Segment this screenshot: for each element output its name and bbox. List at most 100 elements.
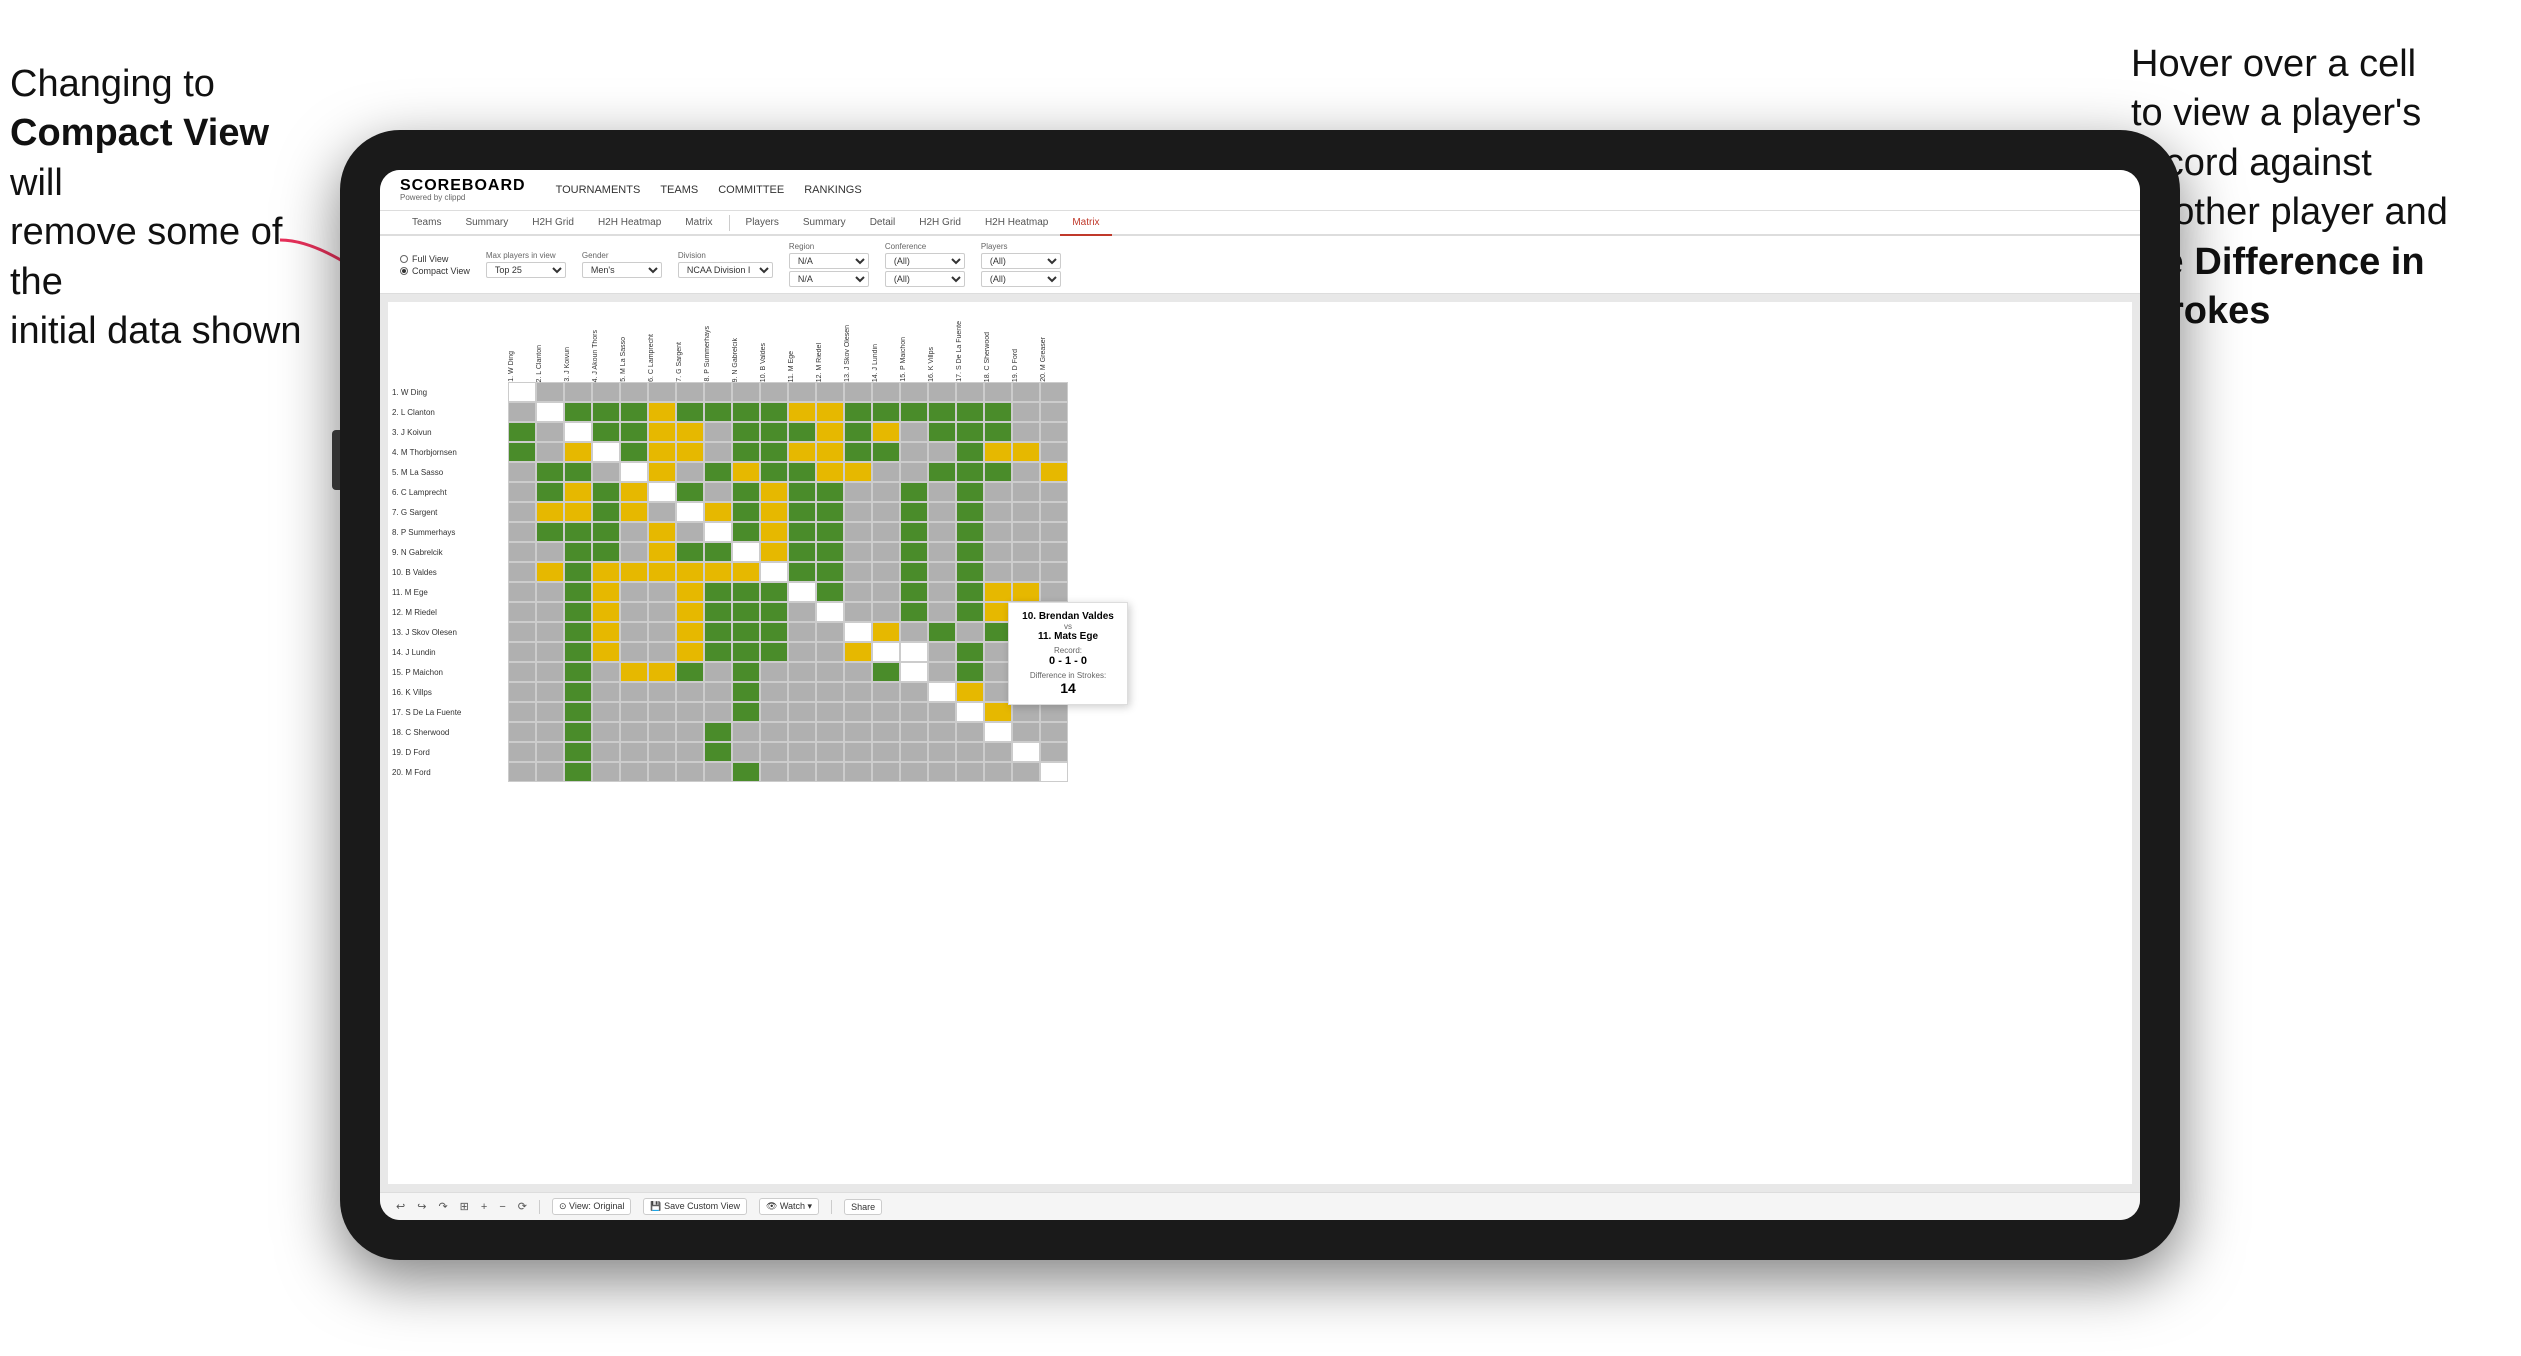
matrix-cell[interactable] — [1040, 402, 1068, 422]
matrix-cell[interactable] — [760, 582, 788, 602]
matrix-cell[interactable] — [1040, 442, 1068, 462]
matrix-cell[interactable] — [816, 622, 844, 642]
compact-view-option[interactable]: Compact View — [400, 266, 470, 276]
matrix-cell[interactable] — [564, 662, 592, 682]
matrix-cell[interactable] — [844, 462, 872, 482]
matrix-cell[interactable] — [788, 682, 816, 702]
matrix-cell[interactable] — [788, 542, 816, 562]
matrix-cell[interactable] — [1012, 762, 1040, 782]
matrix-cell[interactable] — [1012, 702, 1040, 722]
matrix-cell[interactable] — [956, 462, 984, 482]
matrix-cell[interactable] — [592, 682, 620, 702]
matrix-cell[interactable] — [1012, 382, 1040, 402]
matrix-cell[interactable] — [508, 702, 536, 722]
matrix-cell[interactable] — [564, 462, 592, 482]
matrix-cell[interactable] — [872, 622, 900, 642]
matrix-cell[interactable] — [648, 702, 676, 722]
matrix-cell[interactable] — [676, 442, 704, 462]
matrix-cell[interactable] — [648, 642, 676, 662]
matrix-cell[interactable] — [956, 402, 984, 422]
matrix-cell[interactable] — [928, 442, 956, 462]
matrix-cell[interactable] — [816, 582, 844, 602]
matrix-cell[interactable] — [592, 522, 620, 542]
matrix-cell[interactable] — [760, 482, 788, 502]
matrix-cell[interactable] — [732, 582, 760, 602]
matrix-cell[interactable] — [844, 482, 872, 502]
matrix-cell[interactable] — [676, 742, 704, 762]
matrix-cell[interactable] — [732, 762, 760, 782]
matrix-cell[interactable] — [732, 482, 760, 502]
matrix-cell[interactable] — [928, 622, 956, 642]
matrix-cell[interactable] — [564, 522, 592, 542]
matrix-cell[interactable] — [816, 742, 844, 762]
matrix-cell[interactable] — [704, 762, 732, 782]
matrix-cell[interactable] — [676, 702, 704, 722]
matrix-cell[interactable] — [1012, 742, 1040, 762]
matrix-cell[interactable] — [900, 482, 928, 502]
matrix-cell[interactable] — [676, 762, 704, 782]
matrix-cell[interactable] — [508, 522, 536, 542]
matrix-cell[interactable] — [760, 682, 788, 702]
matrix-cell[interactable] — [508, 502, 536, 522]
matrix-cell[interactable] — [984, 482, 1012, 502]
matrix-cell[interactable] — [648, 682, 676, 702]
matrix-cell[interactable] — [844, 382, 872, 402]
matrix-cell[interactable] — [704, 422, 732, 442]
matrix-cell[interactable] — [564, 742, 592, 762]
matrix-cell[interactable] — [928, 482, 956, 502]
matrix-cell[interactable] — [732, 682, 760, 702]
matrix-cell[interactable] — [648, 502, 676, 522]
matrix-cell[interactable] — [816, 762, 844, 782]
matrix-cell[interactable] — [732, 702, 760, 722]
matrix-cell[interactable] — [900, 422, 928, 442]
matrix-cell[interactable] — [844, 662, 872, 682]
matrix-cell[interactable] — [592, 382, 620, 402]
matrix-cell[interactable] — [564, 702, 592, 722]
matrix-cell[interactable] — [760, 462, 788, 482]
matrix-cell[interactable] — [760, 562, 788, 582]
matrix-cell[interactable] — [900, 722, 928, 742]
matrix-cell[interactable] — [984, 742, 1012, 762]
matrix-cell[interactable] — [732, 742, 760, 762]
matrix-cell[interactable] — [620, 622, 648, 642]
matrix-cell[interactable] — [844, 762, 872, 782]
matrix-cell[interactable] — [1012, 522, 1040, 542]
matrix-cell[interactable] — [900, 522, 928, 542]
matrix-cell[interactable] — [592, 562, 620, 582]
matrix-cell[interactable] — [816, 382, 844, 402]
matrix-cell[interactable] — [900, 742, 928, 762]
matrix-cell[interactable] — [760, 662, 788, 682]
matrix-cell[interactable] — [816, 462, 844, 482]
matrix-cell[interactable] — [704, 542, 732, 562]
matrix-cell[interactable] — [956, 522, 984, 542]
matrix-cell[interactable] — [984, 542, 1012, 562]
matrix-cell[interactable] — [900, 642, 928, 662]
matrix-cell[interactable] — [704, 702, 732, 722]
matrix-cell[interactable] — [620, 422, 648, 442]
matrix-cell[interactable] — [592, 502, 620, 522]
matrix-cell[interactable] — [788, 762, 816, 782]
matrix-cell[interactable] — [900, 562, 928, 582]
matrix-cell[interactable] — [872, 682, 900, 702]
players-select-2[interactable]: (All) — [981, 271, 1061, 287]
matrix-cell[interactable] — [872, 562, 900, 582]
matrix-cell[interactable] — [564, 502, 592, 522]
matrix-cell[interactable] — [1040, 462, 1068, 482]
matrix-cell[interactable] — [788, 562, 816, 582]
matrix-cell[interactable] — [984, 562, 1012, 582]
matrix-cell[interactable] — [900, 582, 928, 602]
conference-select-2[interactable]: (All) — [885, 271, 965, 287]
nav-committee[interactable]: COMMITTEE — [718, 180, 784, 200]
matrix-cell[interactable] — [508, 682, 536, 702]
matrix-cell[interactable] — [816, 602, 844, 622]
matrix-cell[interactable] — [928, 562, 956, 582]
matrix-cell[interactable] — [508, 442, 536, 462]
matrix-cell[interactable] — [508, 582, 536, 602]
matrix-cell[interactable] — [956, 602, 984, 622]
matrix-cell[interactable] — [536, 502, 564, 522]
matrix-cell[interactable] — [872, 602, 900, 622]
matrix-cell[interactable] — [788, 722, 816, 742]
matrix-cell[interactable] — [620, 762, 648, 782]
matrix-cell[interactable] — [872, 502, 900, 522]
tab-summary-1[interactable]: Summary — [453, 211, 520, 234]
